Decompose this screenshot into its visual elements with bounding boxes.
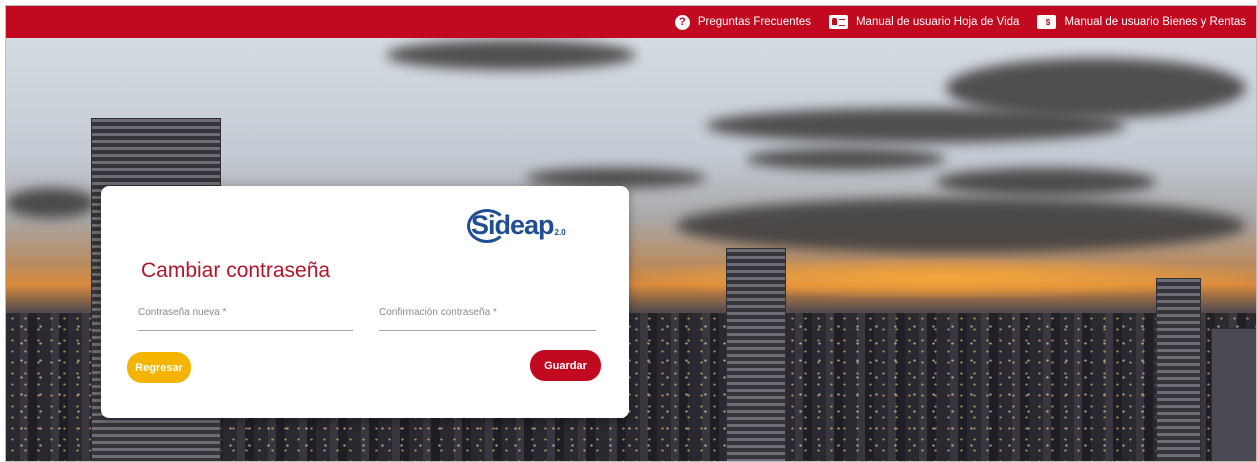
new-password-placeholder: Contraseña nueva * <box>138 307 227 318</box>
logo-version: 2.0 <box>554 227 566 237</box>
top-navigation-bar: ? Preguntas Frecuentes Manual de usuario… <box>6 6 1256 38</box>
manual-bienes-rentas-link[interactable]: $ Manual de usuario Bienes y Rentas <box>1037 15 1246 29</box>
cloud-shape <box>386 40 636 70</box>
cloud-shape <box>706 108 1126 143</box>
app-frame: ? Preguntas Frecuentes Manual de usuario… <box>5 5 1257 462</box>
save-button[interactable]: Guardar <box>530 350 601 381</box>
page-title: Cambiar contraseña <box>141 259 331 282</box>
cloud-shape <box>936 168 1156 196</box>
cloud-shape <box>6 188 96 218</box>
cloud-shape <box>746 148 946 170</box>
faq-link-label: Preguntas Frecuentes <box>697 16 811 28</box>
question-circle-icon: ? <box>674 14 690 30</box>
change-password-card: Sideap 2.0 Cambiar contraseña Contraseña… <box>101 186 629 418</box>
confirm-password-placeholder: Confirmación contraseña * <box>379 307 497 318</box>
money-icon: $ <box>1037 15 1057 29</box>
manual-hoja-de-vida-label: Manual de usuario Hoja de Vida <box>855 16 1020 28</box>
id-card-icon <box>828 15 848 29</box>
sideap-logo: Sideap 2.0 <box>467 206 581 244</box>
right-building <box>1211 328 1256 461</box>
confirm-password-field[interactable]: Confirmación contraseña * <box>379 305 596 331</box>
back-button[interactable]: Regresar <box>127 352 191 383</box>
faq-link[interactable]: ? Preguntas Frecuentes <box>674 14 811 30</box>
cloud-shape <box>676 198 1246 253</box>
new-password-field[interactable]: Contraseña nueva * <box>138 305 353 331</box>
manual-hoja-de-vida-link[interactable]: Manual de usuario Hoja de Vida <box>828 15 1020 29</box>
right-tower <box>1156 278 1201 461</box>
logo-ring <box>467 209 507 243</box>
cloud-shape <box>526 168 706 188</box>
center-tower <box>726 248 786 461</box>
manual-bienes-rentas-label: Manual de usuario Bienes y Rentas <box>1064 16 1246 28</box>
